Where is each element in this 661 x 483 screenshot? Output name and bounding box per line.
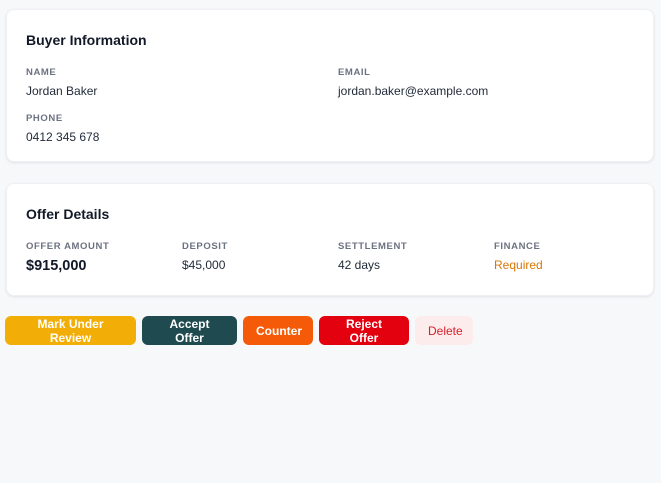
buyer-name-field: NAME Jordan Baker	[26, 67, 97, 98]
offer-details-card: Offer Details OFFER AMOUNT $915,000 DEPO…	[6, 183, 654, 296]
deposit-field: DEPOSIT $45,000	[182, 241, 228, 272]
finance-label: FINANCE	[494, 241, 541, 252]
buyer-name-value: Jordan Baker	[26, 84, 98, 98]
deposit-value: $45,000	[182, 258, 226, 272]
accept-offer-button[interactable]: Accept Offer	[142, 316, 237, 345]
reject-offer-button[interactable]: Reject Offer	[319, 316, 409, 345]
delete-offer-button[interactable]: Delete	[415, 316, 473, 345]
buyer-name-label: NAME	[26, 67, 57, 78]
offer-details-title: Offer Details	[26, 206, 110, 222]
buyer-email-label: EMAIL	[338, 67, 371, 78]
counter-offer-button[interactable]: Counter	[243, 316, 313, 345]
settlement-field: SETTLEMENT 42 days	[338, 241, 407, 272]
finance-field: FINANCE Required	[494, 241, 543, 272]
settlement-value: 42 days	[338, 258, 381, 272]
mark-under-review-button[interactable]: Mark Under Review	[5, 316, 136, 345]
finance-status-value: Required	[494, 258, 543, 272]
buyer-email-field: EMAIL jordan.baker@example.com	[338, 67, 488, 98]
offer-amount-label: OFFER AMOUNT	[26, 241, 110, 252]
buyer-information-title: Buyer Information	[26, 32, 147, 48]
offer-actions-bar: Mark Under Review Accept Offer Counter R…	[5, 316, 473, 345]
deposit-label: DEPOSIT	[182, 241, 228, 252]
buyer-phone-field: PHONE 0412 345 678	[26, 113, 99, 144]
buyer-information-card: Buyer Information NAME Jordan Baker EMAI…	[6, 9, 654, 162]
buyer-phone-label: PHONE	[26, 113, 63, 124]
offer-amount-field: OFFER AMOUNT $915,000	[26, 241, 109, 274]
offer-amount-value: $915,000	[26, 258, 87, 274]
buyer-phone-value: 0412 345 678	[26, 130, 100, 144]
buyer-email-value: jordan.baker@example.com	[338, 84, 489, 98]
settlement-label: SETTLEMENT	[338, 241, 408, 252]
